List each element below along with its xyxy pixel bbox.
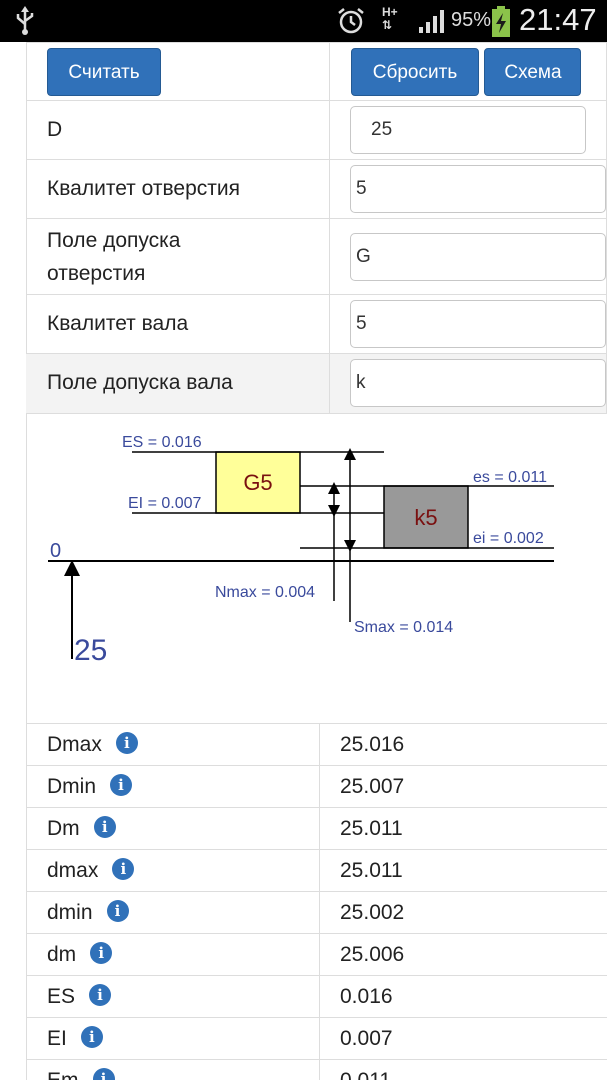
result-value: 25.011: [319, 849, 607, 892]
result-value: 25.007: [319, 765, 607, 808]
smax-label: Smax = 0.014: [354, 619, 453, 636]
ei-shaft-label: ei = 0.002: [473, 530, 544, 547]
result-name: Dm: [47, 817, 80, 840]
network-type-label: H+: [382, 5, 398, 19]
info-icon[interactable]: i: [92, 1068, 115, 1080]
info-icon[interactable]: i: [106, 900, 129, 922]
tolerance-diagram: G5 k5 ES = 0.016 EI = 0.007 es = 0.011 e…: [26, 413, 607, 724]
hole-field-input[interactable]: G: [350, 232, 606, 281]
hole-grade-label: Квалитет отверстия: [26, 159, 330, 219]
result-row-dmax: dmax i 25.011: [26, 849, 607, 892]
form-row-shaft-field: Поле допуска вала k: [26, 353, 607, 413]
scheme-button[interactable]: Схема: [484, 47, 582, 96]
form-row-hole-grade: Квалитет отверстия 5: [26, 159, 607, 219]
calculate-button[interactable]: Считать: [47, 47, 161, 96]
hole-field-label-line2: отверстия: [47, 261, 146, 285]
zero-label: 0: [50, 540, 61, 562]
shaft-field-input[interactable]: k: [350, 359, 606, 408]
result-row-dm: dm i 25.006: [26, 933, 607, 976]
result-name: dm: [47, 943, 77, 966]
result-row-dm: Dm i 25.011: [26, 807, 607, 850]
result-row-ei: EI i 0.007: [26, 1017, 607, 1060]
reset-button[interactable]: Сбросить: [351, 47, 479, 96]
result-value: 25.006: [319, 933, 607, 976]
battery-percent: 95%: [451, 9, 492, 31]
shaft-grade-label: Квалитет вала: [26, 294, 330, 354]
es-shaft-label: es = 0.011: [473, 469, 547, 486]
info-icon[interactable]: i: [90, 942, 113, 964]
result-name: dmin: [47, 901, 93, 924]
result-value: 25.011: [319, 807, 607, 850]
d-label: D: [26, 100, 330, 160]
result-row-dmin: dmin i 25.002: [26, 891, 607, 934]
button-row: Считать Сбросить Схема: [26, 42, 607, 101]
calculator-page: Считать Сбросить Схема D 25 Квалитет отв…: [0, 42, 607, 1080]
input-form: Считать Сбросить Схема D 25 Квалитет отв…: [26, 42, 607, 413]
data-arrows-icon: ⇅: [382, 18, 393, 32]
result-row-em: Em i 0.011: [26, 1059, 607, 1080]
info-icon[interactable]: i: [80, 1026, 103, 1048]
result-name: dmax: [47, 859, 99, 882]
shaft-box-label: k5: [414, 505, 437, 530]
form-row-d: D 25: [26, 100, 607, 160]
info-icon[interactable]: i: [110, 774, 133, 796]
result-value: 0.007: [319, 1017, 607, 1060]
result-row-dmin: Dmin i 25.007: [26, 765, 607, 808]
hole-box-label: G5: [243, 470, 272, 495]
es-hole-label: ES = 0.016: [122, 434, 202, 451]
result-value: 0.011: [319, 1059, 607, 1080]
clock: 21:47: [519, 2, 597, 37]
ei-hole-label: EI = 0.007: [128, 495, 201, 512]
result-value: 25.016: [319, 723, 607, 766]
usb-icon: [14, 6, 36, 41]
results-table: Dmax i 25.016 Dmin i 25.007 Dm i 25.011 dmax i 25.0…: [26, 723, 607, 1080]
left-gutter: [0, 42, 27, 1080]
info-icon[interactable]: i: [89, 984, 112, 1006]
result-name: EI: [47, 1027, 67, 1050]
info-icon[interactable]: i: [115, 732, 138, 754]
signal-strength-icon: [418, 8, 448, 39]
hole-field-label-line1: Поле допуска: [47, 228, 181, 252]
nominal-label: 25: [74, 634, 107, 667]
result-name: Dmax: [47, 733, 102, 756]
info-icon[interactable]: i: [93, 816, 116, 838]
status-bar: H+ ⇅ 95% 21:47: [0, 0, 607, 42]
network-type-indicator: H+ ⇅: [382, 6, 398, 32]
result-name: Dmin: [47, 775, 97, 798]
d-input[interactable]: 25: [350, 106, 586, 154]
hole-grade-input[interactable]: 5: [350, 165, 606, 213]
result-row-dmax: Dmax i 25.016: [26, 723, 607, 766]
form-row-shaft-grade: Квалитет вала 5: [26, 294, 607, 354]
nmax-label: Nmax = 0.004: [215, 584, 315, 601]
result-value: 25.002: [319, 891, 607, 934]
info-icon[interactable]: i: [112, 858, 135, 880]
result-name: ES: [47, 985, 76, 1008]
shaft-field-label: Поле допуска вала: [26, 353, 330, 413]
battery-charging-icon: [490, 6, 512, 43]
result-row-es: ES i 0.016: [26, 975, 607, 1018]
result-name: Em: [47, 1069, 79, 1080]
form-row-hole-field: Поле допуска отверстия G: [26, 218, 607, 295]
shaft-grade-input[interactable]: 5: [350, 300, 606, 348]
result-value: 0.016: [319, 975, 607, 1018]
alarm-icon: [336, 6, 366, 41]
